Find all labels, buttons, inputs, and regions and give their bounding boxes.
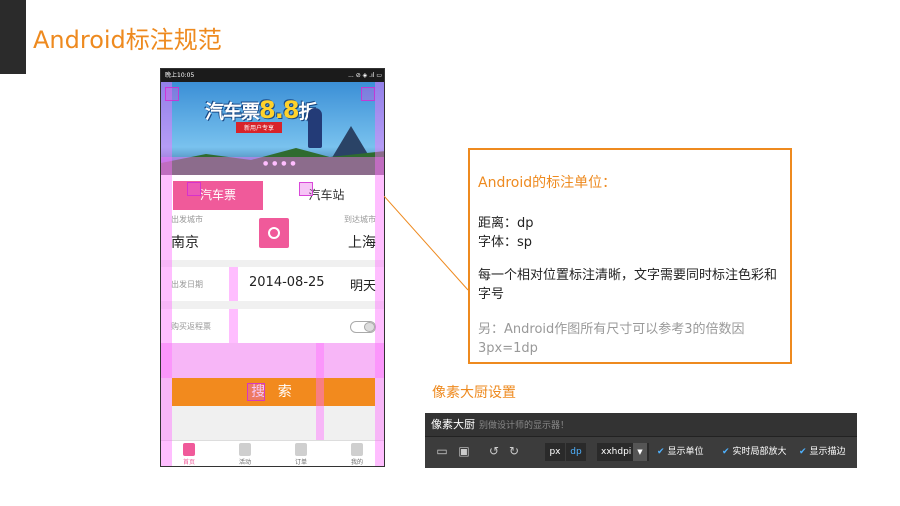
- nav-item-profile[interactable]: 我的: [337, 443, 377, 466]
- info-font-unit: 字体：sp: [478, 235, 533, 250]
- date-value: 2014-08-25: [249, 275, 325, 290]
- to-city-label: 到达城市: [344, 215, 376, 224]
- nav-item-activity[interactable]: 活动: [225, 443, 265, 466]
- return-ticket-label: 购买返程票: [171, 322, 211, 331]
- live-zoom-label: 实时局部放大: [732, 447, 787, 457]
- nav-item-label: 订单: [294, 459, 307, 466]
- nav-item-orders[interactable]: 订单: [281, 443, 321, 466]
- ticket-tabs: 汽车票 汽车站: [161, 175, 384, 210]
- show-stroke-checkbox[interactable]: ✔ 显示描边: [799, 446, 846, 458]
- date-row[interactable]: 出发日期 2014-08-25 明天: [161, 267, 384, 301]
- bell-icon: [239, 443, 251, 456]
- info-distance-unit: 距离：dp: [478, 216, 534, 231]
- redo-icon[interactable]: ↻: [507, 445, 521, 458]
- live-zoom-checkbox[interactable]: ✔ 实时局部放大: [722, 446, 787, 458]
- to-city-value[interactable]: 上海: [348, 232, 376, 252]
- banner-pager-dots[interactable]: ● ● ● ●: [263, 160, 297, 167]
- annotation-info-box: Android的标注单位： 距离：dp 字体：sp 每一个相对位置标注清晰，文字…: [468, 148, 792, 364]
- undo-icon[interactable]: ↺: [487, 445, 501, 458]
- nav-item-home[interactable]: 首页: [169, 443, 209, 466]
- status-icons: ... ⊘ ◈ .ıl ▭: [348, 72, 382, 79]
- nav-item-label: 我的: [350, 459, 363, 466]
- bottom-navigation: 首页 活动 订单 我的: [161, 440, 384, 466]
- pixel-cook-toolbar: 像素大厨 别做设计师的显示器！ ▭ ▣ ↺ ↻ px dp xxhdpi ▼ ✔ 显…: [425, 413, 857, 468]
- return-ticket-row: 购买返程票: [161, 309, 384, 343]
- info-note: 另：Android作图所有尺寸可以参考3的倍数因3px=1dp: [478, 322, 745, 356]
- info-rule: 每一个相对位置标注清晰，文字需要同时标注色彩和字号: [478, 268, 778, 302]
- checkmark-icon: ✔: [799, 447, 807, 457]
- tab-bus-station[interactable]: 汽车站: [279, 181, 374, 210]
- density-value: xxhdpi: [601, 447, 632, 457]
- checkmark-icon: ✔: [657, 447, 665, 457]
- show-stroke-label: 显示描边: [809, 447, 846, 457]
- return-ticket-toggle[interactable]: [350, 321, 376, 333]
- unit-px-button[interactable]: px: [545, 443, 565, 461]
- app-tagline: 别做设计师的显示器！: [479, 421, 570, 431]
- banner-character-image: [308, 108, 322, 148]
- city-selector-row: 出发城市 南京 到达城市 上海: [161, 210, 384, 260]
- toolbar-header: 像素大厨 别做设计师的显示器！: [425, 413, 857, 437]
- annotation-guide-gap: [161, 343, 384, 378]
- date-label: 出发日期: [171, 280, 203, 289]
- toolbar-section-title: 像素大厨设置: [432, 385, 516, 401]
- app-name: 像素大厨: [431, 418, 475, 431]
- status-bar: 晚上10:05 ... ⊘ ◈ .ıl ▭: [161, 69, 384, 82]
- date-weekday: 明天: [349, 279, 376, 294]
- search-button[interactable]: 搜 索: [172, 378, 375, 406]
- folder-icon[interactable]: ▭: [435, 445, 449, 458]
- checkmark-icon: ✔: [722, 447, 730, 457]
- banner-subtitle: 新用户专享: [236, 122, 283, 133]
- from-city-value[interactable]: 南京: [171, 232, 199, 252]
- save-icon[interactable]: ▣: [457, 445, 471, 458]
- document-icon: [295, 443, 307, 456]
- connector-lines: [384, 196, 469, 291]
- swap-cities-button[interactable]: [259, 218, 289, 248]
- density-select[interactable]: xxhdpi ▼: [597, 443, 649, 461]
- slide-title: Android标注规范: [33, 26, 222, 54]
- slide-corner-tab: [0, 0, 26, 74]
- user-icon: [351, 443, 363, 456]
- tab-bus-ticket[interactable]: 汽车票: [173, 181, 263, 210]
- phone-mockup: 晚上10:05 ... ⊘ ◈ .ıl ▭ 汽车票8.8折 新用户专享 ● ● …: [160, 68, 385, 467]
- nav-item-label: 活动: [238, 459, 251, 466]
- banner-title-number: 8.8: [259, 96, 300, 124]
- info-title: Android的标注单位：: [478, 175, 617, 191]
- nav-item-label: 首页: [182, 459, 195, 466]
- promo-banner[interactable]: 汽车票8.8折 新用户专享 ● ● ● ●: [161, 82, 384, 175]
- banner-title: 汽车票8.8折: [205, 96, 318, 124]
- swap-icon: [268, 227, 280, 239]
- status-time: 晚上10:05: [165, 72, 195, 79]
- show-unit-label: 显示单位: [667, 447, 704, 457]
- from-city-label: 出发城市: [171, 215, 203, 224]
- toolbar-body: ▭ ▣ ↺ ↻ px dp xxhdpi ▼ ✔ 显示单位 ✔ 实时局部放大 ✔ 显示…: [425, 437, 857, 468]
- unit-dp-button[interactable]: dp: [566, 443, 586, 461]
- banner-title-prefix: 汽车票: [205, 101, 260, 123]
- toggle-knob: [364, 322, 375, 332]
- home-icon: [183, 443, 195, 456]
- show-unit-checkbox[interactable]: ✔ 显示单位: [657, 446, 704, 458]
- chevron-down-icon: ▼: [633, 443, 647, 461]
